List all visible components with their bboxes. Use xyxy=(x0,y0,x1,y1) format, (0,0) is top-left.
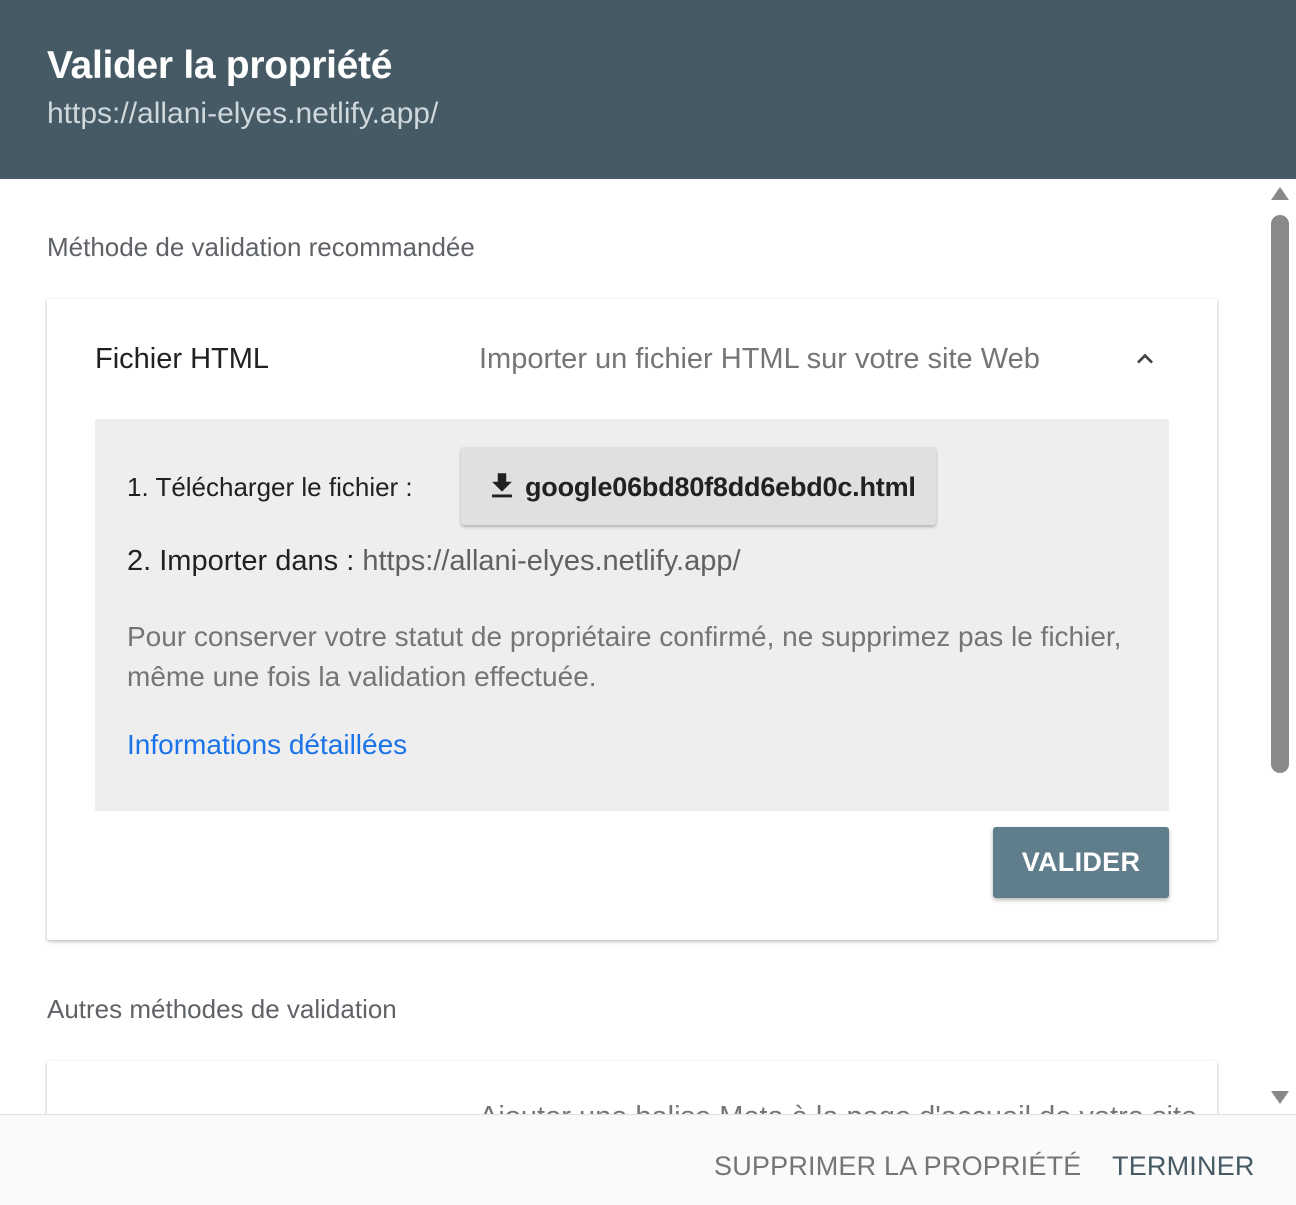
html-file-method-card: Fichier HTML Importer un fichier HTML su… xyxy=(47,299,1217,940)
method-description-partial: Ajouter une balise Meta à la page d'accu… xyxy=(479,1101,1197,1114)
delete-property-button[interactable]: SUPPRIMER LA PROPRIÉTÉ xyxy=(714,1151,1082,1182)
download-icon xyxy=(492,473,512,498)
method-title[interactable]: Fichier HTML xyxy=(95,343,269,376)
meta-tag-method-card[interactable]: Ajouter une balise Meta à la page d'accu… xyxy=(47,1061,1217,1114)
recommended-section-label: Méthode de validation recommandée xyxy=(47,232,475,262)
instructions-panel: 1. Télécharger le fichier : google06bd80… xyxy=(95,419,1169,811)
scrollbar[interactable] xyxy=(1264,179,1296,1114)
method-description[interactable]: Importer un fichier HTML sur votre site … xyxy=(479,343,1040,376)
scroll-up-arrow-icon[interactable] xyxy=(1271,187,1289,200)
dialog-footer: SUPPRIMER LA PROPRIÉTÉ TERMINER xyxy=(0,1114,1296,1205)
chevron-up-icon[interactable] xyxy=(1129,343,1161,375)
dialog-content: Méthode de validation recommandée Fichie… xyxy=(0,179,1296,1114)
download-file-button[interactable]: google06bd80f8dd6ebd0c.html xyxy=(461,447,936,525)
property-url: https://allani-elyes.netlify.app/ xyxy=(47,97,439,130)
step2-label: 2. Importer dans : xyxy=(127,545,363,577)
other-methods-section-label: Autres méthodes de validation xyxy=(47,994,397,1024)
ownership-note: Pour conserver votre statut de propriéta… xyxy=(127,621,1122,692)
finish-button[interactable]: TERMINER xyxy=(1112,1151,1255,1182)
step2-url: https://allani-elyes.netlify.app/ xyxy=(362,545,741,577)
scroll-thumb[interactable] xyxy=(1271,215,1289,773)
download-filename: google06bd80f8dd6ebd0c.html xyxy=(525,472,916,502)
dialog-header: Valider la propriété https://allani-elye… xyxy=(0,0,1296,179)
scroll-down-arrow-icon[interactable] xyxy=(1271,1091,1289,1104)
step2: 2. Importer dans : https://allani-elyes.… xyxy=(127,545,741,578)
more-info-link[interactable]: Informations détaillées xyxy=(127,729,407,761)
step1-label: 1. Télécharger le fichier : xyxy=(127,472,413,502)
validate-button[interactable]: VALIDER xyxy=(993,827,1169,898)
dialog-title: Valider la propriété xyxy=(47,44,393,87)
